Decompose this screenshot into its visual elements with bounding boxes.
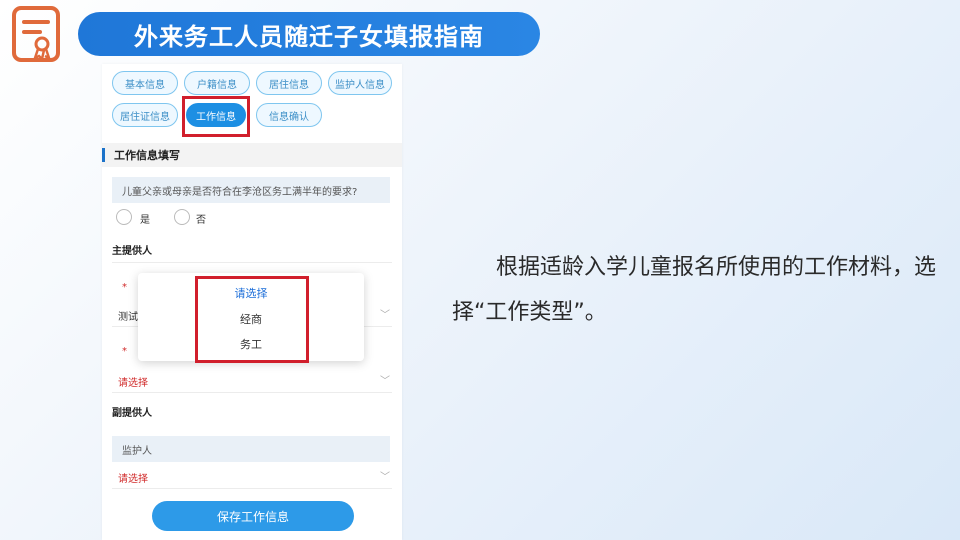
secondary-field-value[interactable]: 请选择 bbox=[118, 470, 148, 485]
guardian-field[interactable]: 监护人 bbox=[112, 436, 390, 462]
radio-no[interactable] bbox=[174, 209, 190, 225]
divider bbox=[112, 488, 392, 489]
radio-no-label: 否 bbox=[196, 215, 206, 226]
certificate-logo-icon bbox=[12, 6, 60, 62]
radio-yes-label: 是 bbox=[140, 215, 150, 226]
divider bbox=[112, 262, 392, 263]
tab-household-info[interactable]: 户籍信息 bbox=[184, 71, 250, 95]
tab-guardian-info[interactable]: 监护人信息 bbox=[328, 71, 392, 95]
question-text: 儿童父亲或母亲是否符合在李沧区务工满半年的要求? bbox=[112, 177, 390, 203]
tab-basic-info[interactable]: 基本信息 bbox=[112, 71, 178, 95]
divider bbox=[112, 392, 392, 393]
primary-provider-label: 主提供人 bbox=[112, 246, 152, 257]
tab-residence-permit-info[interactable]: 居住证信息 bbox=[112, 103, 178, 127]
required-star: * bbox=[122, 282, 127, 293]
primary-field2-value[interactable]: 请选择 bbox=[118, 374, 148, 389]
instruction-text: 根据适龄入学儿童报名所使用的工作材料，选择“工作类型”。 bbox=[452, 255, 937, 325]
secondary-provider-label: 副提供人 bbox=[112, 408, 152, 419]
chevron-down-icon[interactable]: ﹀ bbox=[380, 468, 390, 483]
required-star: * bbox=[122, 346, 127, 357]
tab-residence-info[interactable]: 居住信息 bbox=[256, 71, 322, 95]
chevron-down-icon[interactable]: ﹀ bbox=[380, 306, 390, 321]
save-work-info-button[interactable]: 保存工作信息 bbox=[152, 501, 354, 531]
tab-info-confirm[interactable]: 信息确认 bbox=[256, 103, 322, 127]
chevron-down-icon[interactable]: ﹀ bbox=[380, 372, 390, 387]
tab-highlight-frame bbox=[182, 96, 250, 137]
dropdown-highlight-frame bbox=[195, 276, 309, 363]
primary-field1-value[interactable]: 测试 bbox=[118, 308, 138, 323]
radio-yes[interactable] bbox=[116, 209, 132, 225]
page-title: 外来务工人员随迁子女填报指南 bbox=[78, 12, 540, 56]
section-title: 工作信息填写 bbox=[102, 143, 402, 167]
